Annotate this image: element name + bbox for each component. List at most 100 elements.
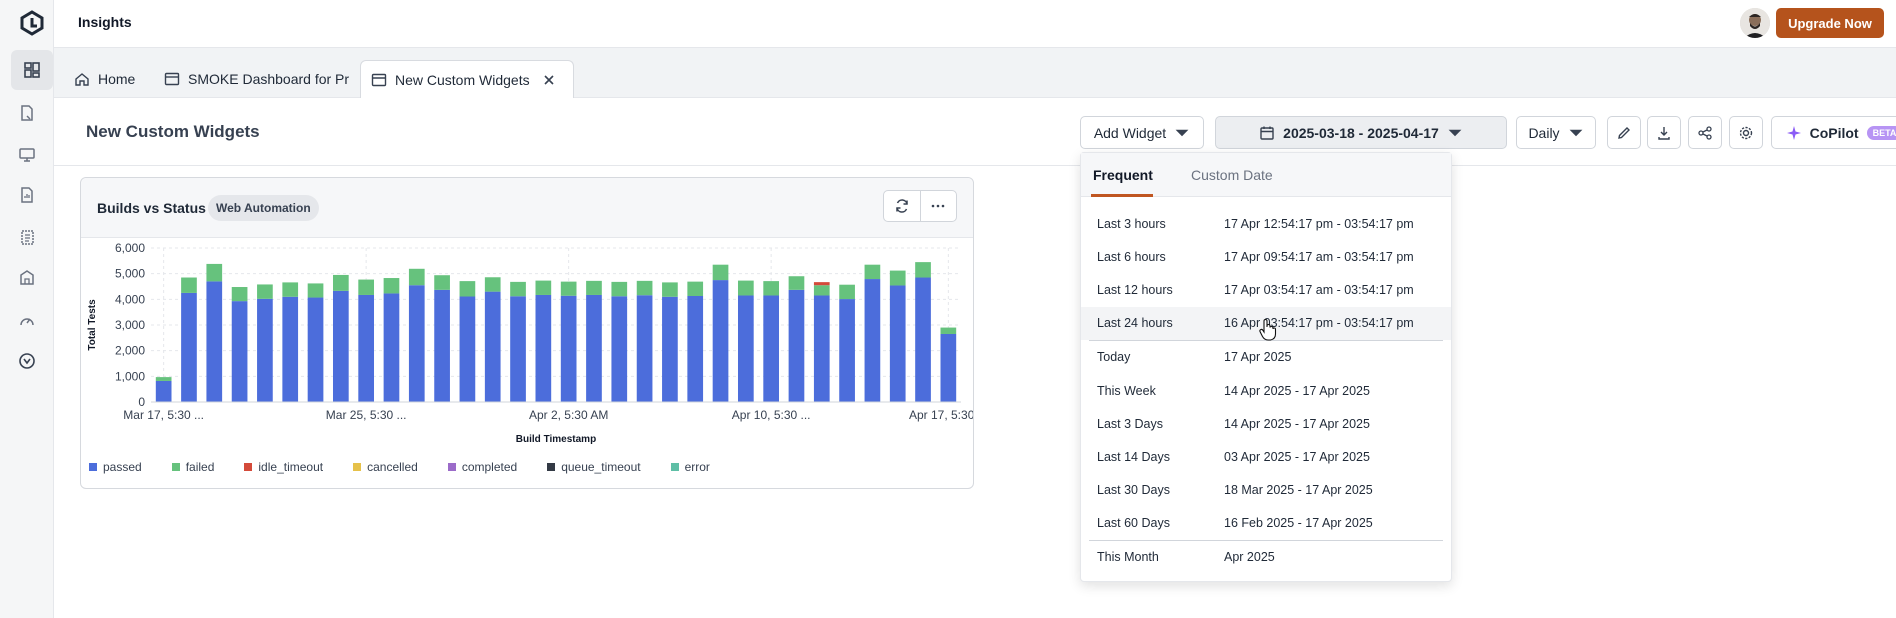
legend-label: cancelled: [367, 460, 418, 474]
legend-item-queue_timeout[interactable]: queue_timeout: [547, 460, 641, 474]
widget-card: Builds vs Status Web Automation 0 1,000 2,…: [80, 177, 974, 489]
bar-failed: [484, 277, 501, 292]
legend-item-failed[interactable]: failed: [171, 460, 214, 474]
more-icon: [931, 204, 945, 208]
dashboard-tab-icon: [164, 72, 180, 86]
date-option[interactable]: Today 17 Apr 2025: [1081, 341, 1451, 374]
date-options-list: Last 3 hours 17 Apr 12:54:17 pm - 03:54:1…: [1081, 207, 1451, 574]
bar-passed: [358, 294, 375, 402]
bar-failed: [383, 278, 400, 294]
bar-failed: [864, 264, 881, 280]
bar-failed: [408, 268, 425, 286]
calendar-icon: [1260, 126, 1274, 140]
bar-failed: [915, 262, 931, 278]
logo-icon[interactable]: [19, 10, 45, 36]
date-option[interactable]: Last 30 Days 18 Mar 2025 - 17 Apr 2025: [1081, 474, 1451, 507]
option-value: 17 Apr 2025: [1224, 350, 1292, 365]
legend-swatch: [244, 463, 253, 471]
bar-failed: [636, 280, 653, 296]
legend-swatch: [89, 463, 97, 471]
bar-passed: [332, 290, 349, 402]
sidebar: [0, 0, 54, 618]
bar-failed: [434, 275, 450, 290]
legend-label: idle_timeout: [258, 460, 324, 474]
date-option[interactable]: Last 12 hours 17 Apr 03:54:17 am - 03:54:…: [1081, 273, 1451, 306]
sidebar-item-building[interactable]: [12, 262, 42, 292]
legend-label: completed: [461, 460, 518, 474]
date-option[interactable]: Last 3 hours 17 Apr 12:54:17 pm - 03:54:1…: [1081, 207, 1451, 240]
tab-new-custom-widgets[interactable]: New Custom Widgets: [360, 60, 574, 98]
tab-home[interactable]: Home: [64, 60, 145, 98]
sidebar-item-report[interactable]: [12, 180, 42, 210]
bar-idle_timeout: [813, 282, 830, 286]
tab-frequent[interactable]: Frequent: [1093, 167, 1153, 183]
bar-passed: [434, 289, 450, 402]
granularity-select[interactable]: Daily: [1516, 116, 1596, 149]
bar-failed: [358, 279, 375, 295]
bar-failed: [510, 281, 526, 297]
y-tick-label: 0: [138, 395, 145, 409]
y-tick-label: 3,000: [115, 318, 145, 332]
bar-failed: [788, 276, 805, 290]
sidebar-item-gauge[interactable]: [12, 306, 42, 336]
bar-passed: [737, 295, 754, 402]
bar-passed: [510, 296, 526, 402]
bar-passed: [662, 296, 678, 402]
more-options-button[interactable]: [919, 191, 957, 221]
date-option[interactable]: Last 60 Days 16 Feb 2025 - 17 Apr 2025: [1081, 507, 1451, 540]
bar-failed: [737, 280, 754, 296]
widget-header: Builds vs Status Web Automation: [81, 178, 973, 238]
bar-passed: [687, 295, 704, 402]
date-range-dropdown: Frequent Custom Date Last 3 hours 17 Apr …: [1080, 152, 1452, 582]
top-bar: Insights Upgrade Now: [54, 0, 1896, 48]
granularity-label: Daily: [1528, 124, 1560, 141]
date-option[interactable]: Last 3 Days 14 Apr 2025 - 17 Apr 2025: [1081, 407, 1451, 440]
legend-item-idle_timeout[interactable]: idle_timeout: [244, 460, 323, 474]
sidebar-item-desktop[interactable]: [12, 140, 42, 170]
edit-button[interactable]: [1607, 116, 1641, 149]
option-label: Last 12 hours: [1097, 282, 1173, 297]
legend-item-cancelled[interactable]: cancelled: [353, 460, 418, 474]
legend-item-completed[interactable]: completed: [447, 460, 518, 474]
y-tick-label: 5,000: [115, 267, 145, 281]
bar-passed: [839, 299, 855, 402]
sidebar-item-ai[interactable]: [12, 346, 42, 376]
bar-failed: [231, 287, 248, 302]
bar-passed: [712, 280, 729, 402]
pencil-icon: [1618, 126, 1630, 139]
option-value: 16 Apr 03:54:17 pm - 03:54:17 pm: [1224, 316, 1414, 331]
add-widget-button[interactable]: Add Widget: [1080, 116, 1204, 149]
legend-swatch: [353, 463, 362, 471]
option-value: 14 Apr 2025 - 17 Apr 2025: [1224, 383, 1370, 398]
upgrade-now-button[interactable]: Upgrade Now: [1776, 8, 1884, 38]
download-button[interactable]: [1647, 116, 1681, 149]
legend-item-passed[interactable]: passed: [89, 460, 142, 474]
bar-passed: [231, 301, 248, 402]
tab-label: New Custom Widgets: [395, 71, 530, 88]
bar-passed: [940, 333, 957, 402]
refresh-button[interactable]: [884, 191, 920, 221]
settings-button[interactable]: [1729, 116, 1763, 149]
bar-failed: [332, 274, 349, 291]
sidebar-item-test-manager[interactable]: [12, 98, 42, 128]
date-option[interactable]: This Month Apr 2025: [1081, 541, 1451, 574]
test-manager-icon: [21, 105, 33, 121]
date-option[interactable]: Last 14 Days 03 Apr 2025 - 17 Apr 2025: [1081, 440, 1451, 473]
date-range-button[interactable]: 2025-03-18 - 2025-04-17: [1215, 116, 1507, 149]
y-tick-label: 6,000: [115, 241, 145, 255]
tab-bar: Home SMOKE Dashboard for Pr New Custom W…: [54, 48, 1896, 98]
legend-item-error[interactable]: error: [670, 460, 710, 474]
sidebar-item-list[interactable]: [12, 222, 42, 252]
date-option[interactable]: This Week 14 Apr 2025 - 17 Apr 2025: [1081, 374, 1451, 407]
widget-actions: [883, 190, 957, 222]
avatar[interactable]: [1740, 8, 1770, 38]
bar-passed: [282, 296, 299, 402]
legend-label: passed: [103, 460, 142, 474]
tab-custom-date[interactable]: Custom Date: [1191, 167, 1273, 183]
option-label: Last 3 hours: [1097, 216, 1166, 231]
sidebar-item-dashboard[interactable]: [11, 50, 53, 90]
copilot-button[interactable]: CoPilot BETA: [1771, 116, 1896, 149]
close-icon[interactable]: [542, 73, 556, 87]
share-button[interactable]: [1688, 116, 1722, 149]
date-option[interactable]: Last 6 hours 17 Apr 09:54:17 am - 03:54:1…: [1081, 240, 1451, 273]
